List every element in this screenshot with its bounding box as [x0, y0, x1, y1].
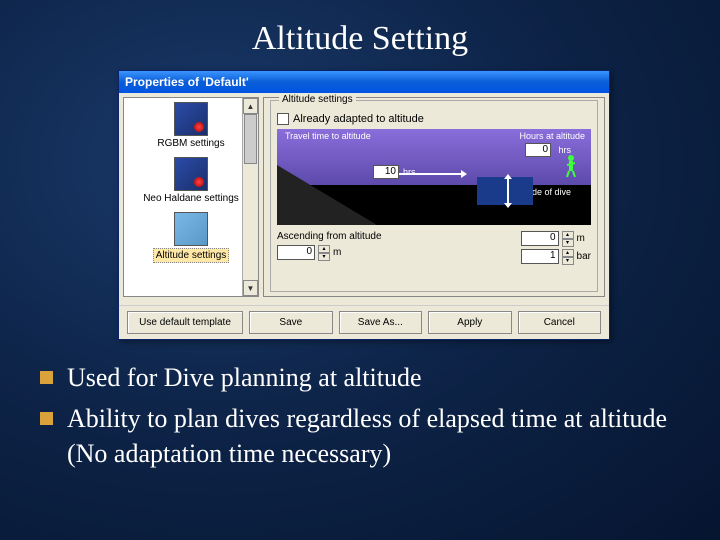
- hours-label: Hours at altitude: [519, 131, 585, 141]
- bullet-list: Used for Dive planning at altitude Abili…: [40, 360, 680, 477]
- globe-icon: [174, 157, 208, 191]
- bar-input[interactable]: 1: [521, 249, 559, 264]
- altdive-field: 0 ▴▾ m 1 ▴▾ bar: [521, 231, 591, 264]
- use-default-button[interactable]: Use default template: [127, 311, 243, 334]
- bullet-text: Used for Dive planning at altitude: [67, 360, 680, 395]
- bullet-icon: [40, 371, 53, 384]
- checkbox-label: Already adapted to altitude: [293, 113, 424, 125]
- sidebar-item-altitude[interactable]: Altitude settings: [128, 212, 254, 263]
- checkbox-icon[interactable]: [277, 113, 289, 125]
- sidebar-item-label: Altitude settings: [153, 248, 230, 263]
- travel-input[interactable]: 10: [373, 165, 399, 179]
- bullet-icon: [40, 412, 53, 425]
- globe-icon: [174, 102, 208, 136]
- save-button[interactable]: Save: [249, 311, 332, 334]
- list-item: Used for Dive planning at altitude: [40, 360, 680, 395]
- ascending-label: Ascending from altitude: [277, 231, 382, 242]
- dialog-button-row: Use default template Save Save As... App…: [119, 305, 609, 339]
- hours-input[interactable]: 0: [525, 143, 551, 157]
- scroll-up-icon[interactable]: ▲: [243, 98, 258, 114]
- window-title-text: Properties of 'Default': [125, 75, 249, 89]
- cancel-button[interactable]: Cancel: [518, 311, 601, 334]
- water-icon: [477, 177, 533, 205]
- ascending-unit: m: [333, 247, 341, 258]
- altdive-unit: m: [577, 233, 585, 244]
- properties-window: Properties of 'Default' RGBM settings Ne…: [118, 70, 610, 340]
- scroll-thumb[interactable]: [244, 114, 257, 164]
- altdive-input[interactable]: 0: [521, 231, 559, 246]
- settings-sidebar: RGBM settings Neo Haldane settings Altit…: [123, 97, 259, 297]
- altitude-panel: Altitude settings Already adapted to alt…: [263, 97, 605, 297]
- altitude-groupbox: Altitude settings Already adapted to alt…: [270, 100, 598, 292]
- travel-label: Travel time to altitude: [285, 131, 371, 141]
- sidebar-item-haldane[interactable]: Neo Haldane settings: [128, 157, 254, 204]
- apply-button[interactable]: Apply: [428, 311, 511, 334]
- hours-unit: hrs: [558, 145, 571, 155]
- bar-unit: bar: [577, 251, 591, 262]
- list-item: Ability to plan dives regardless of elap…: [40, 401, 680, 471]
- sidebar-scrollbar[interactable]: ▲ ▼: [242, 98, 258, 296]
- diver-icon: [563, 153, 579, 177]
- ascending-spinner[interactable]: ▴▾: [318, 245, 330, 260]
- mountain-icon: [277, 165, 377, 225]
- scroll-down-icon[interactable]: ▼: [243, 280, 258, 296]
- sidebar-item-label: RGBM settings: [128, 138, 254, 149]
- bullet-text: Ability to plan dives regardless of elap…: [67, 401, 680, 471]
- sidebar-item-rgbm[interactable]: RGBM settings: [128, 102, 254, 149]
- window-titlebar[interactable]: Properties of 'Default': [119, 71, 609, 93]
- bar-spinner[interactable]: ▴▾: [562, 249, 574, 264]
- altitude-icon: [174, 212, 208, 246]
- altdive-spinner[interactable]: ▴▾: [562, 231, 574, 246]
- slide-title: Altitude Setting: [0, 0, 720, 58]
- altitude-diagram: Hours at altitude 0 hrs Travel time to a…: [277, 129, 591, 225]
- save-as-button[interactable]: Save As...: [339, 311, 422, 334]
- ascending-field: Ascending from altitude 0 ▴▾ m: [277, 231, 382, 264]
- ascending-input[interactable]: 0: [277, 245, 315, 260]
- adapted-checkbox-row[interactable]: Already adapted to altitude: [277, 113, 591, 125]
- travel-unit: hrs: [403, 167, 416, 177]
- groupbox-label: Altitude settings: [279, 94, 356, 105]
- vertical-arrow-icon: [507, 179, 509, 203]
- sidebar-item-label: Neo Haldane settings: [128, 193, 254, 204]
